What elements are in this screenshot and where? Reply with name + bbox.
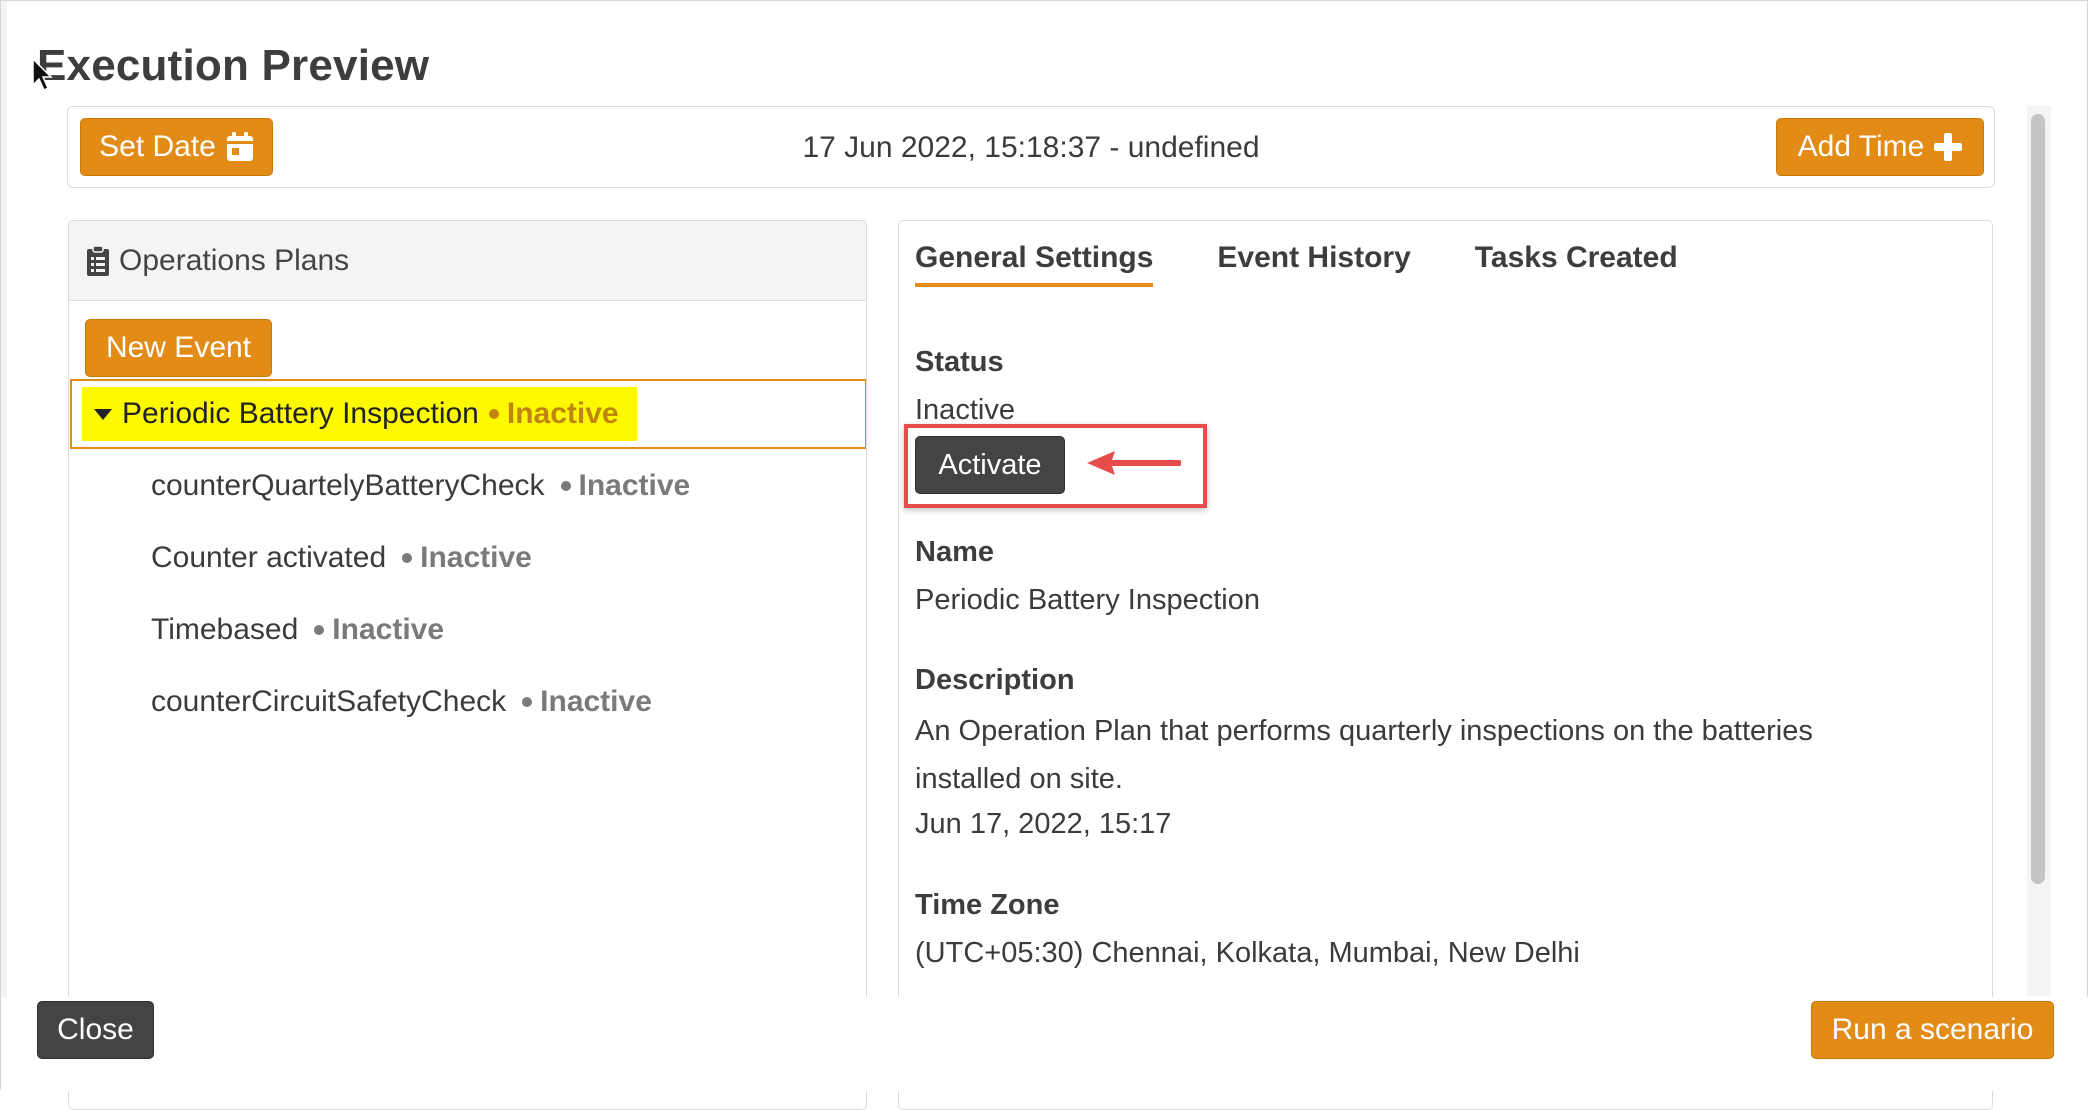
tree-item[interactable]: counterQuartelyBatteryCheck Inactive <box>151 461 690 511</box>
operations-plans-panel: Operations Plans New Event Periodic Batt… <box>68 220 867 1110</box>
status-label: Status <box>915 346 1004 378</box>
arrow-left-icon <box>1087 451 1181 475</box>
details-tabs: General Settings Event History Tasks Cre… <box>915 241 1678 287</box>
clipboard-icon <box>87 245 109 276</box>
tree-item-name: counterQuartelyBatteryCheck <box>151 469 545 502</box>
run-scenario-button[interactable]: Run a scenario <box>1811 1001 2054 1059</box>
timezone-label: Time Zone <box>915 889 1060 921</box>
tree-item[interactable]: Timebased Inactive <box>151 605 444 655</box>
name-label: Name <box>915 536 994 568</box>
operations-plans-title: Operations Plans <box>119 243 350 277</box>
add-time-label: Add Time <box>1797 130 1925 163</box>
selected-plan-name: Periodic Battery Inspection <box>122 397 479 430</box>
tree-item-name: Counter activated <box>151 541 387 574</box>
tree-item[interactable]: counterCircuitSafetyCheck Inactive <box>151 677 652 727</box>
operations-plans-header: Operations Plans <box>69 221 866 301</box>
selected-plan-highlight: Periodic Battery Inspection Inactive <box>82 387 637 441</box>
name-value: Periodic Battery Inspection <box>915 584 1260 616</box>
selected-plan-status-text: Inactive <box>506 397 619 430</box>
tree-item-name: Timebased <box>151 613 299 646</box>
tree-item-status: Inactive <box>522 685 652 719</box>
tree-item-name: counterCircuitSafetyCheck <box>151 685 507 718</box>
date-toolbar: Set Date 17 Jun 2022, 15:18:37 - undefin… <box>67 106 1995 188</box>
tree-item-status-text: Inactive <box>540 685 652 718</box>
timezone-value: (UTC+05:30) Chennai, Kolkata, Mumbai, Ne… <box>915 937 1580 969</box>
plus-icon <box>1934 133 1963 161</box>
description-value: An Operation Plan that performs quarterl… <box>915 715 1813 795</box>
tab-tasks-created[interactable]: Tasks Created <box>1475 241 1678 287</box>
selected-plan-status: Inactive <box>488 397 619 431</box>
page-title: Execution Preview <box>37 41 430 90</box>
tree-item[interactable]: Counter activated Inactive <box>151 533 532 583</box>
tree-item-status: Inactive <box>560 469 691 503</box>
caret-down-icon[interactable] <box>94 408 112 420</box>
tree-item-status-text: Inactive <box>420 541 532 574</box>
modal-footer <box>1 997 2088 1091</box>
tree-item-status: Inactive <box>314 613 444 647</box>
add-time-button[interactable]: Add Time <box>1776 118 1984 176</box>
cursor-icon <box>32 57 53 92</box>
selected-plan-row[interactable]: Periodic Battery Inspection Inactive <box>70 379 866 449</box>
execution-preview-modal: Execution Preview Set Date 17 Jun 2022, … <box>0 0 2088 1110</box>
new-event-button[interactable]: New Event <box>85 319 272 377</box>
tab-general-settings[interactable]: General Settings <box>915 241 1154 287</box>
status-dot <box>488 409 499 419</box>
scrollbar-thumb[interactable] <box>2031 114 2045 884</box>
current-datetime: 17 Jun 2022, 15:18:37 - undefined <box>802 131 1260 164</box>
scrollbar[interactable] <box>2027 106 2051 996</box>
activate-button[interactable]: Activate <box>915 436 1065 494</box>
status-dot <box>402 553 413 563</box>
tree-item-status-text: Inactive <box>332 613 445 646</box>
description-date: Jun 17, 2022, 15:17 <box>915 808 1172 840</box>
backdrop-edge <box>1 1 7 1091</box>
status-value: Inactive <box>915 394 1015 426</box>
status-dot <box>522 697 533 707</box>
tree-item-status-text: Inactive <box>578 469 691 502</box>
status-dot <box>314 625 325 635</box>
tree-item-status: Inactive <box>402 541 532 575</box>
tab-event-history[interactable]: Event History <box>1217 241 1410 287</box>
description-label: Description <box>915 664 1075 696</box>
status-dot <box>560 481 571 491</box>
close-button[interactable]: Close <box>37 1001 154 1059</box>
details-panel: General Settings Event History Tasks Cre… <box>898 220 1993 1110</box>
